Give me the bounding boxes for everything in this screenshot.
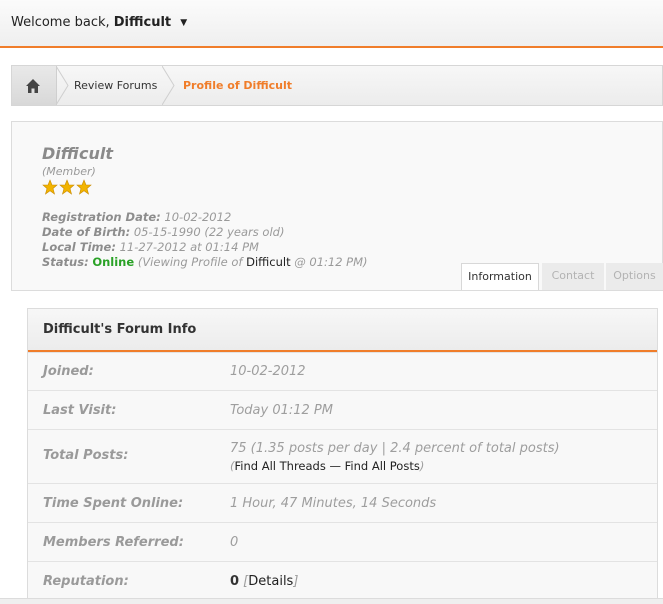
home-icon (26, 79, 40, 93)
status-label: Status: (42, 255, 89, 269)
status-detail-user-link[interactable]: Difficult (246, 255, 290, 269)
members-referred-label: Members Referred: (43, 535, 184, 550)
total-posts-label: Total Posts: (43, 448, 129, 463)
reputation-details-link[interactable]: Details (248, 574, 293, 589)
find-all-threads-link[interactable]: Find All Threads (235, 459, 326, 473)
breadcrumb-item-current: Profile of Difficult (183, 79, 292, 92)
date-of-birth-value: 05-15-1990 (22 years old) (133, 225, 285, 239)
reputation-value: 0 (230, 574, 240, 589)
time-online-value: 1 Hour, 47 Minutes, 14 Seconds (230, 496, 437, 511)
status-badge: Online (92, 255, 135, 269)
star-icon (76, 179, 92, 195)
tab-information[interactable]: Information (461, 263, 539, 290)
star-icon (42, 179, 58, 195)
chevron-down-icon[interactable]: ▼ (180, 18, 187, 28)
top-bar: Welcome back, Difficult ▼ (0, 0, 663, 48)
find-links: (Find All Threads — Find All Posts) (230, 459, 425, 473)
local-time-label: Local Time: (42, 240, 116, 254)
status-line: Status: Online (Viewing Profile of Diffi… (42, 255, 368, 269)
star-icon (59, 179, 75, 195)
forum-info-title: Difficult's Forum Info (43, 322, 197, 337)
last-visit-label: Last Visit: (43, 403, 117, 418)
page-bottom-edge (0, 598, 663, 604)
members-referred-value: 0 (230, 535, 239, 550)
last-visit-value: Today 01:12 PM (230, 403, 333, 418)
find-all-posts-link[interactable]: Find All Posts (345, 459, 420, 473)
time-online-label: Time Spent Online: (43, 496, 184, 511)
row-total-posts: Total Posts: 75 (1.35 posts per day | 2.… (28, 429, 657, 484)
breadcrumb-item-review-forums[interactable]: Review Forums (74, 79, 157, 92)
status-detail-suffix: @ 01:12 PM) (294, 255, 368, 269)
breadcrumb-separator (162, 66, 175, 105)
date-of-birth-label: Date of Birth: (42, 225, 131, 239)
date-of-birth-line: Date of Birth: 05-15-1990 (22 years old) (42, 225, 284, 239)
welcome-username: Difficult (113, 15, 172, 30)
registration-date-value: 10-02-2012 (164, 210, 232, 224)
forum-info-header: Difficult's Forum Info (28, 309, 657, 352)
tab-options[interactable]: Options (606, 263, 663, 290)
tab-contact[interactable]: Contact (542, 263, 604, 290)
local-time-line: Local Time: 11-27-2012 at 01:14 PM (42, 240, 259, 254)
rank-stars (42, 179, 93, 195)
registration-date-line: Registration Date: 10-02-2012 (42, 210, 231, 224)
row-reputation: Reputation: 0 [Details] (28, 561, 657, 600)
row-joined: Joined: 10-02-2012 (28, 352, 657, 391)
reputation-value-group: 0 [Details] (230, 574, 299, 589)
profile-username: Difficult (42, 144, 113, 163)
joined-label: Joined: (43, 364, 94, 379)
forum-info-box: Difficult's Forum Info Joined: 10-02-201… (27, 308, 658, 600)
profile-role: (Member) (42, 165, 96, 178)
joined-value: 10-02-2012 (230, 364, 306, 379)
breadcrumb-home[interactable] (12, 66, 57, 105)
row-last-visit: Last Visit: Today 01:12 PM (28, 390, 657, 430)
find-links-separator: — (329, 459, 342, 473)
welcome-prefix: Welcome back, (11, 15, 110, 30)
row-time-online: Time Spent Online: 1 Hour, 47 Minutes, 1… (28, 483, 657, 523)
row-members-referred: Members Referred: 0 (28, 522, 657, 562)
welcome-menu[interactable]: Welcome back, Difficult ▼ (11, 15, 187, 30)
registration-date-label: Registration Date: (42, 210, 161, 224)
breadcrumb-separator (56, 66, 69, 105)
reputation-label: Reputation: (43, 574, 129, 589)
local-time-value: 11-27-2012 at 01:14 PM (119, 240, 259, 254)
breadcrumb: Review Forums Profile of Difficult (11, 65, 663, 106)
total-posts-value: 75 (1.35 posts per day | 2.4 percent of … (230, 441, 560, 456)
status-detail-prefix: (Viewing Profile of (137, 255, 243, 269)
